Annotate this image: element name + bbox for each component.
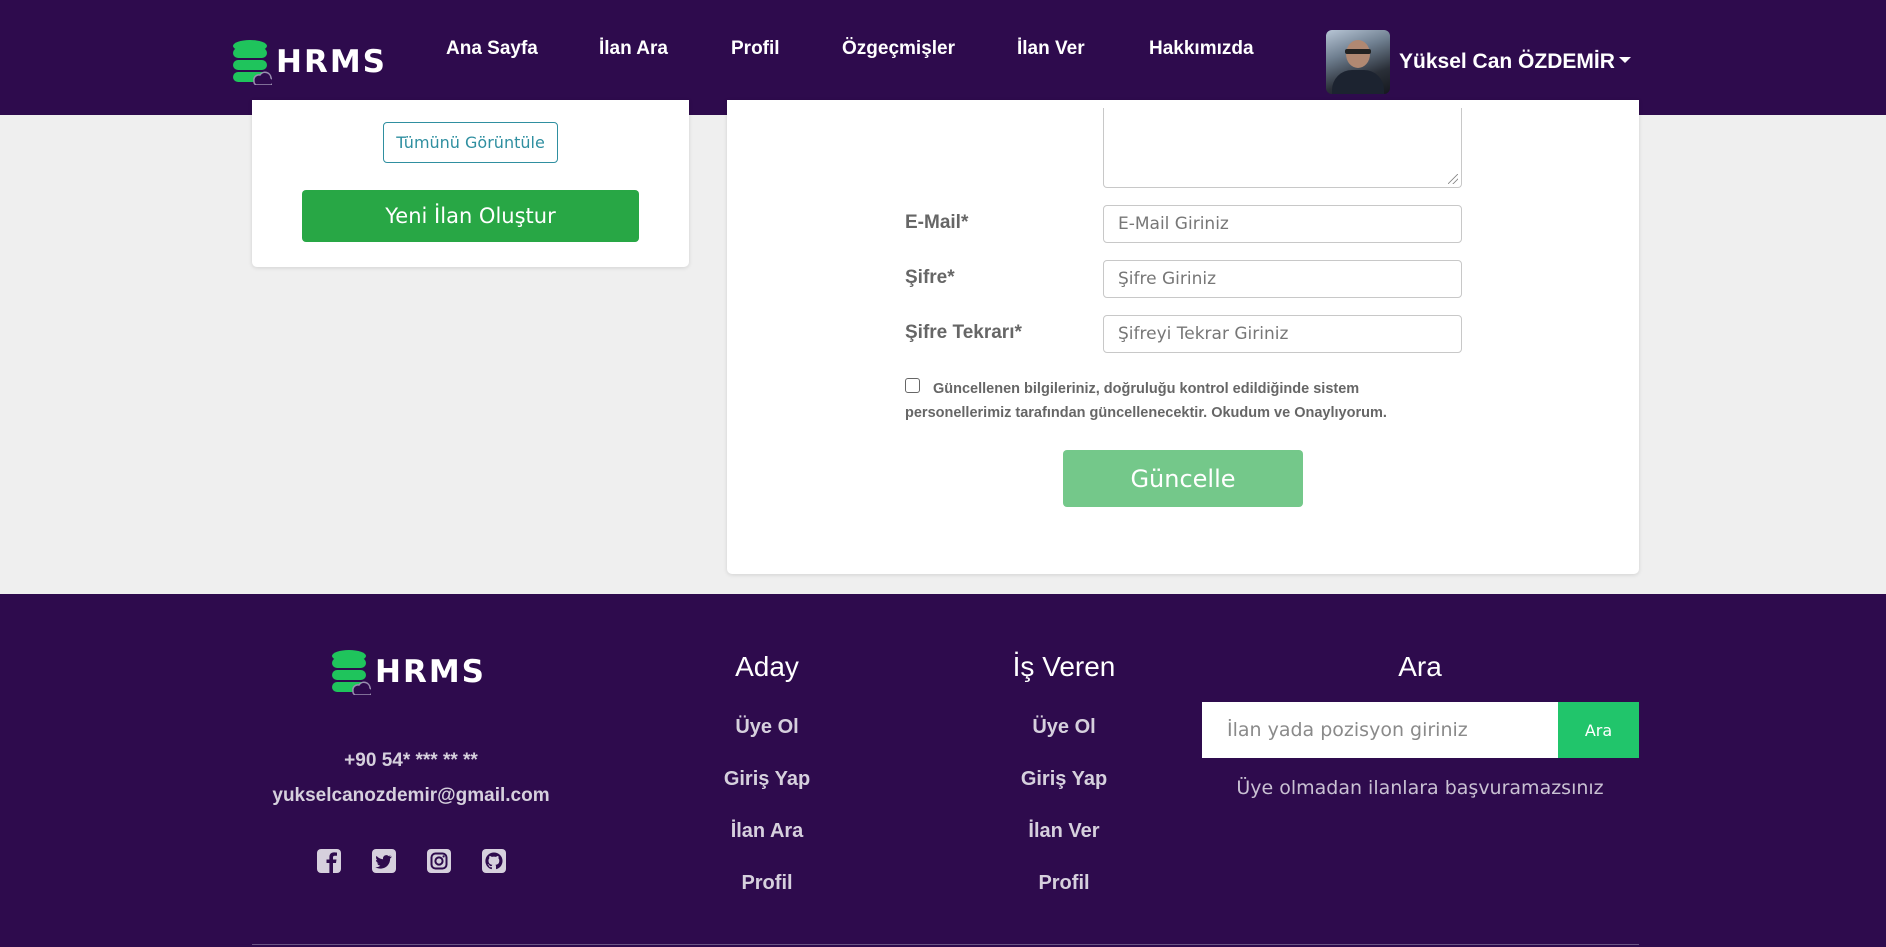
password-repeat-label: Şifre Tekrarı*: [905, 322, 1022, 343]
employer-heading: İş Veren: [1012, 651, 1116, 682]
user-name: Yüksel Can ÖZDEMİR: [1399, 50, 1615, 73]
github-icon[interactable]: [481, 848, 507, 874]
create-new-ad-button[interactable]: Yeni İlan Oluştur: [302, 190, 639, 242]
top-navbar: HRMS Ana Sayfa İlan Ara Profil Özgeçmişl…: [0, 0, 1886, 115]
nav-profile[interactable]: Profil: [731, 38, 780, 60]
candidate-heading: Aday: [735, 651, 799, 682]
candidate-job-search-link[interactable]: İlan Ara: [731, 820, 804, 843]
view-all-button[interactable]: Tümünü Görüntüle: [383, 122, 558, 163]
database-cloud-icon: [331, 649, 373, 696]
footer: [0, 594, 1886, 947]
footer-search-button[interactable]: Ara: [1558, 702, 1639, 758]
email-label: E-Mail*: [905, 212, 969, 233]
avatar: [1326, 30, 1390, 94]
password-field[interactable]: [1103, 260, 1462, 298]
footer-logo-text: HRMS: [375, 654, 486, 690]
nav-home[interactable]: Ana Sayfa: [446, 38, 538, 60]
resize-handle-icon[interactable]: [1448, 174, 1458, 184]
employer-login-link[interactable]: Giriş Yap: [1021, 768, 1107, 791]
footer-divider: [252, 944, 1639, 945]
footer-phone: +90 54* *** ** **: [344, 750, 478, 771]
nav-job-search[interactable]: İlan Ara: [599, 38, 668, 60]
employer-signup-link[interactable]: Üye Ol: [1032, 716, 1095, 739]
candidate-profile-link[interactable]: Profil: [741, 872, 792, 895]
candidate-signup-link[interactable]: Üye Ol: [735, 716, 798, 739]
search-note: Üye olmadan ilanlara başvuramazsınız: [1236, 777, 1604, 799]
search-heading: Ara: [1398, 651, 1442, 682]
twitter-icon[interactable]: [371, 848, 397, 874]
facebook-icon[interactable]: [316, 848, 342, 874]
candidate-login-link[interactable]: Giriş Yap: [724, 768, 810, 791]
user-menu[interactable]: Yüksel Can ÖZDEMİR: [1326, 30, 1631, 94]
header-logo[interactable]: HRMS: [232, 39, 387, 86]
consent-text: Güncellenen bilgileriniz, doğruluğu kont…: [905, 381, 1387, 421]
textarea-field[interactable]: [1103, 108, 1462, 188]
password-repeat-field[interactable]: [1103, 315, 1462, 353]
footer-email[interactable]: yukselcanozdemir@gmail.com: [272, 785, 549, 807]
employer-post-ad-link[interactable]: İlan Ver: [1028, 820, 1099, 843]
employer-profile-link[interactable]: Profil: [1038, 872, 1089, 895]
footer-logo[interactable]: HRMS: [331, 649, 486, 696]
nav-about[interactable]: Hakkımızda: [1149, 38, 1254, 60]
caret-down-icon: [1618, 57, 1631, 63]
footer-search-input[interactable]: [1202, 702, 1558, 758]
nav-post-ad[interactable]: İlan Ver: [1017, 38, 1085, 60]
update-button[interactable]: Güncelle: [1063, 450, 1303, 507]
password-label: Şifre*: [905, 267, 955, 288]
database-cloud-icon: [232, 39, 274, 86]
instagram-icon[interactable]: [426, 848, 452, 874]
nav-resumes[interactable]: Özgeçmişler: [842, 38, 955, 60]
email-field[interactable]: [1103, 205, 1462, 243]
logo-text: HRMS: [276, 44, 387, 80]
